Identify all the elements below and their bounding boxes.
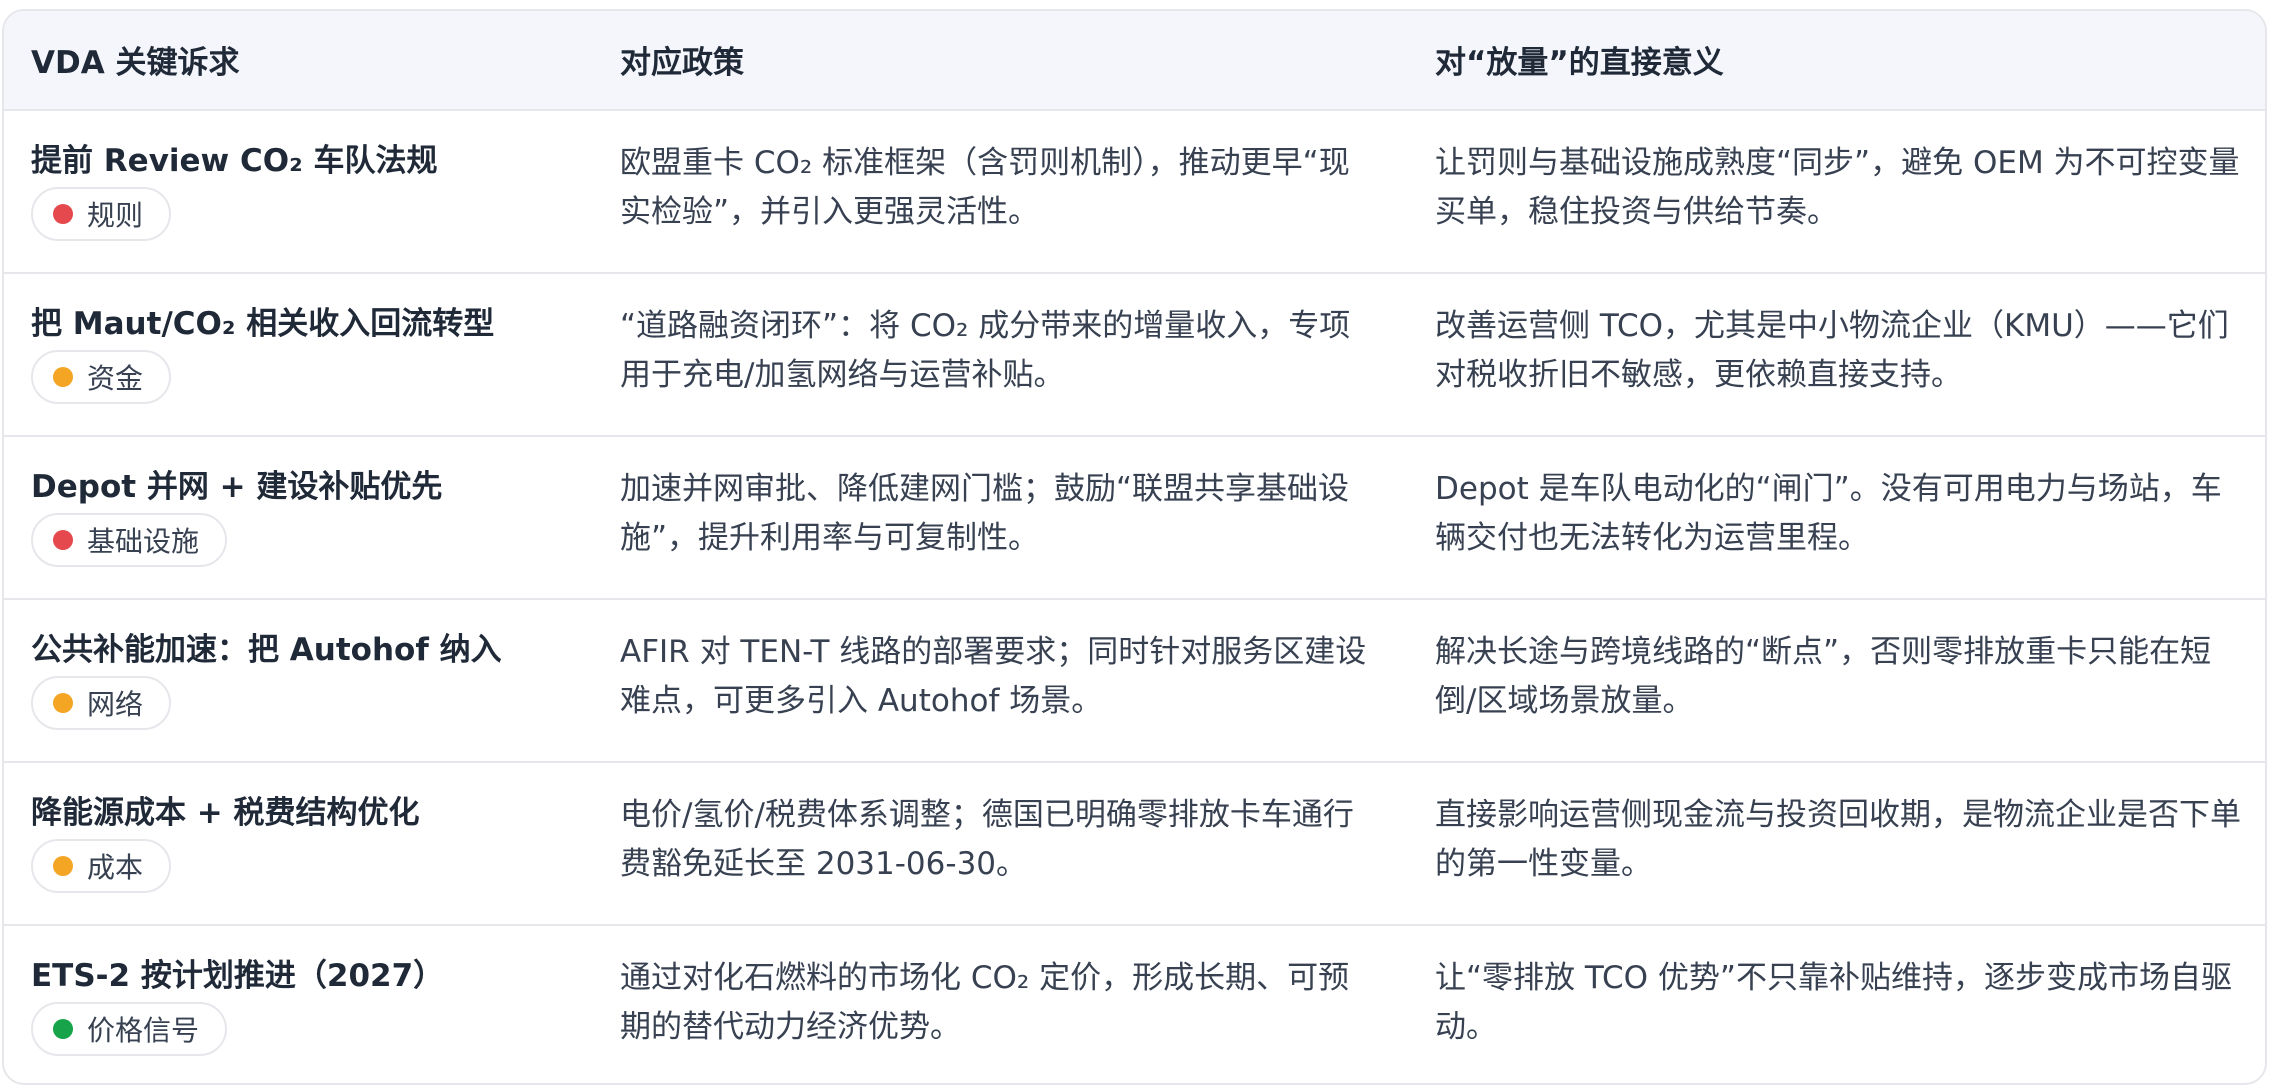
category-tag: 价格信号: [31, 1002, 228, 1056]
status-dot-icon: [53, 367, 73, 387]
request-text: 提前 Review CO₂ 车队法规: [31, 143, 438, 179]
request-text: ETS-2 按计划推进（2027）: [31, 958, 445, 994]
meaning-text: 改善运营侧 TCO，尤其是中小物流企业（KMU）——它们对税收折旧不敏感，更依赖…: [1435, 308, 2229, 393]
tag-label: 网络: [87, 688, 144, 721]
status-dot-icon: [53, 693, 73, 713]
meaning-text: 让罚则与基础设施成熟度“同步”，避免 OEM 为不可控变量买单，稳住投资与供给节…: [1435, 145, 2240, 230]
meaning-text: Depot 是车队电动化的“闸门”。没有可用电力与场站，车辆交付也无法转化为运营…: [1435, 471, 2222, 556]
table-row: 提前 Review CO₂ 车队法规 规则 欧盟重卡 CO₂ 标准框架（含罚则机…: [4, 111, 2265, 274]
column-header-request: VDA 关键诉求: [31, 45, 240, 81]
column-header-policy: 对应政策: [620, 45, 744, 81]
policy-text: 加速并网审批、降低建网门槛；鼓励“联盟共享基础设施”，提升利用率与可复制性。: [620, 471, 1350, 556]
request-text: 把 Maut/CO₂ 相关收入回流转型: [31, 306, 495, 342]
meaning-text: 直接影响运营侧现金流与投资回收期，是物流企业是否下单的第一性变量。: [1435, 797, 2241, 882]
status-dot-icon: [53, 204, 73, 224]
status-dot-icon: [53, 856, 73, 876]
policy-text: “道路融资闭环”：将 CO₂ 成分带来的增量收入，专项用于充电/加氢网络与运营补…: [620, 308, 1351, 393]
tag-label: 成本: [87, 851, 144, 884]
tag-label: 价格信号: [87, 1014, 200, 1047]
status-dot-icon: [53, 1019, 73, 1039]
policy-text: 通过对化石燃料的市场化 CO₂ 定价，形成长期、可预期的替代动力经济优势。: [620, 960, 1350, 1045]
tag-label: 基础设施: [87, 525, 200, 558]
meaning-text: 解决长途与跨境线路的“断点”，否则零排放重卡只能在短倒/区域场景放量。: [1435, 634, 2212, 719]
category-tag: 成本: [31, 839, 172, 893]
policy-text: AFIR 对 TEN-T 线路的部署要求；同时针对服务区建设难点，可更多引入 A…: [620, 634, 1367, 719]
table-row: Depot 并网 + 建设补贴优先 基础设施 加速并网审批、降低建网门槛；鼓励“…: [4, 437, 2265, 600]
category-tag: 基础设施: [31, 513, 228, 567]
status-dot-icon: [53, 530, 73, 550]
policy-text: 欧盟重卡 CO₂ 标准框架（含罚则机制），推动更早“现实检验”，并引入更强灵活性…: [620, 145, 1350, 230]
request-text: 降能源成本 + 税费结构优化: [31, 795, 420, 831]
table-row: 公共补能加速：把 Autohof 纳入 网络 AFIR 对 TEN-T 线路的部…: [4, 600, 2265, 763]
policy-text: 电价/氢价/税费体系调整；德国已明确零排放卡车通行费豁免延长至 2031-06-…: [620, 797, 1354, 882]
tag-label: 规则: [87, 199, 144, 232]
table-row: 降能源成本 + 税费结构优化 成本 电价/氢价/税费体系调整；德国已明确零排放卡…: [4, 763, 2265, 926]
table-header: VDA 关键诉求 对应政策 对“放量”的直接意义: [4, 11, 2265, 111]
category-tag: 网络: [31, 676, 172, 730]
category-tag: 资金: [31, 350, 172, 404]
category-tag: 规则: [31, 187, 172, 241]
table-row: ETS-2 按计划推进（2027） 价格信号 通过对化石燃料的市场化 CO₂ 定…: [4, 926, 2265, 1083]
table-row: 把 Maut/CO₂ 相关收入回流转型 资金 “道路融资闭环”：将 CO₂ 成分…: [4, 274, 2265, 437]
request-text: 公共补能加速：把 Autohof 纳入: [31, 632, 502, 668]
meaning-text: 让“零排放 TCO 优势”不只靠补贴维持，逐步变成市场自驱动。: [1435, 960, 2232, 1045]
request-text: Depot 并网 + 建设补贴优先: [31, 469, 443, 505]
policy-table: VDA 关键诉求 对应政策 对“放量”的直接意义 提前 Review CO₂ 车…: [2, 9, 2267, 1085]
tag-label: 资金: [87, 362, 144, 395]
column-header-meaning: 对“放量”的直接意义: [1435, 45, 1724, 81]
